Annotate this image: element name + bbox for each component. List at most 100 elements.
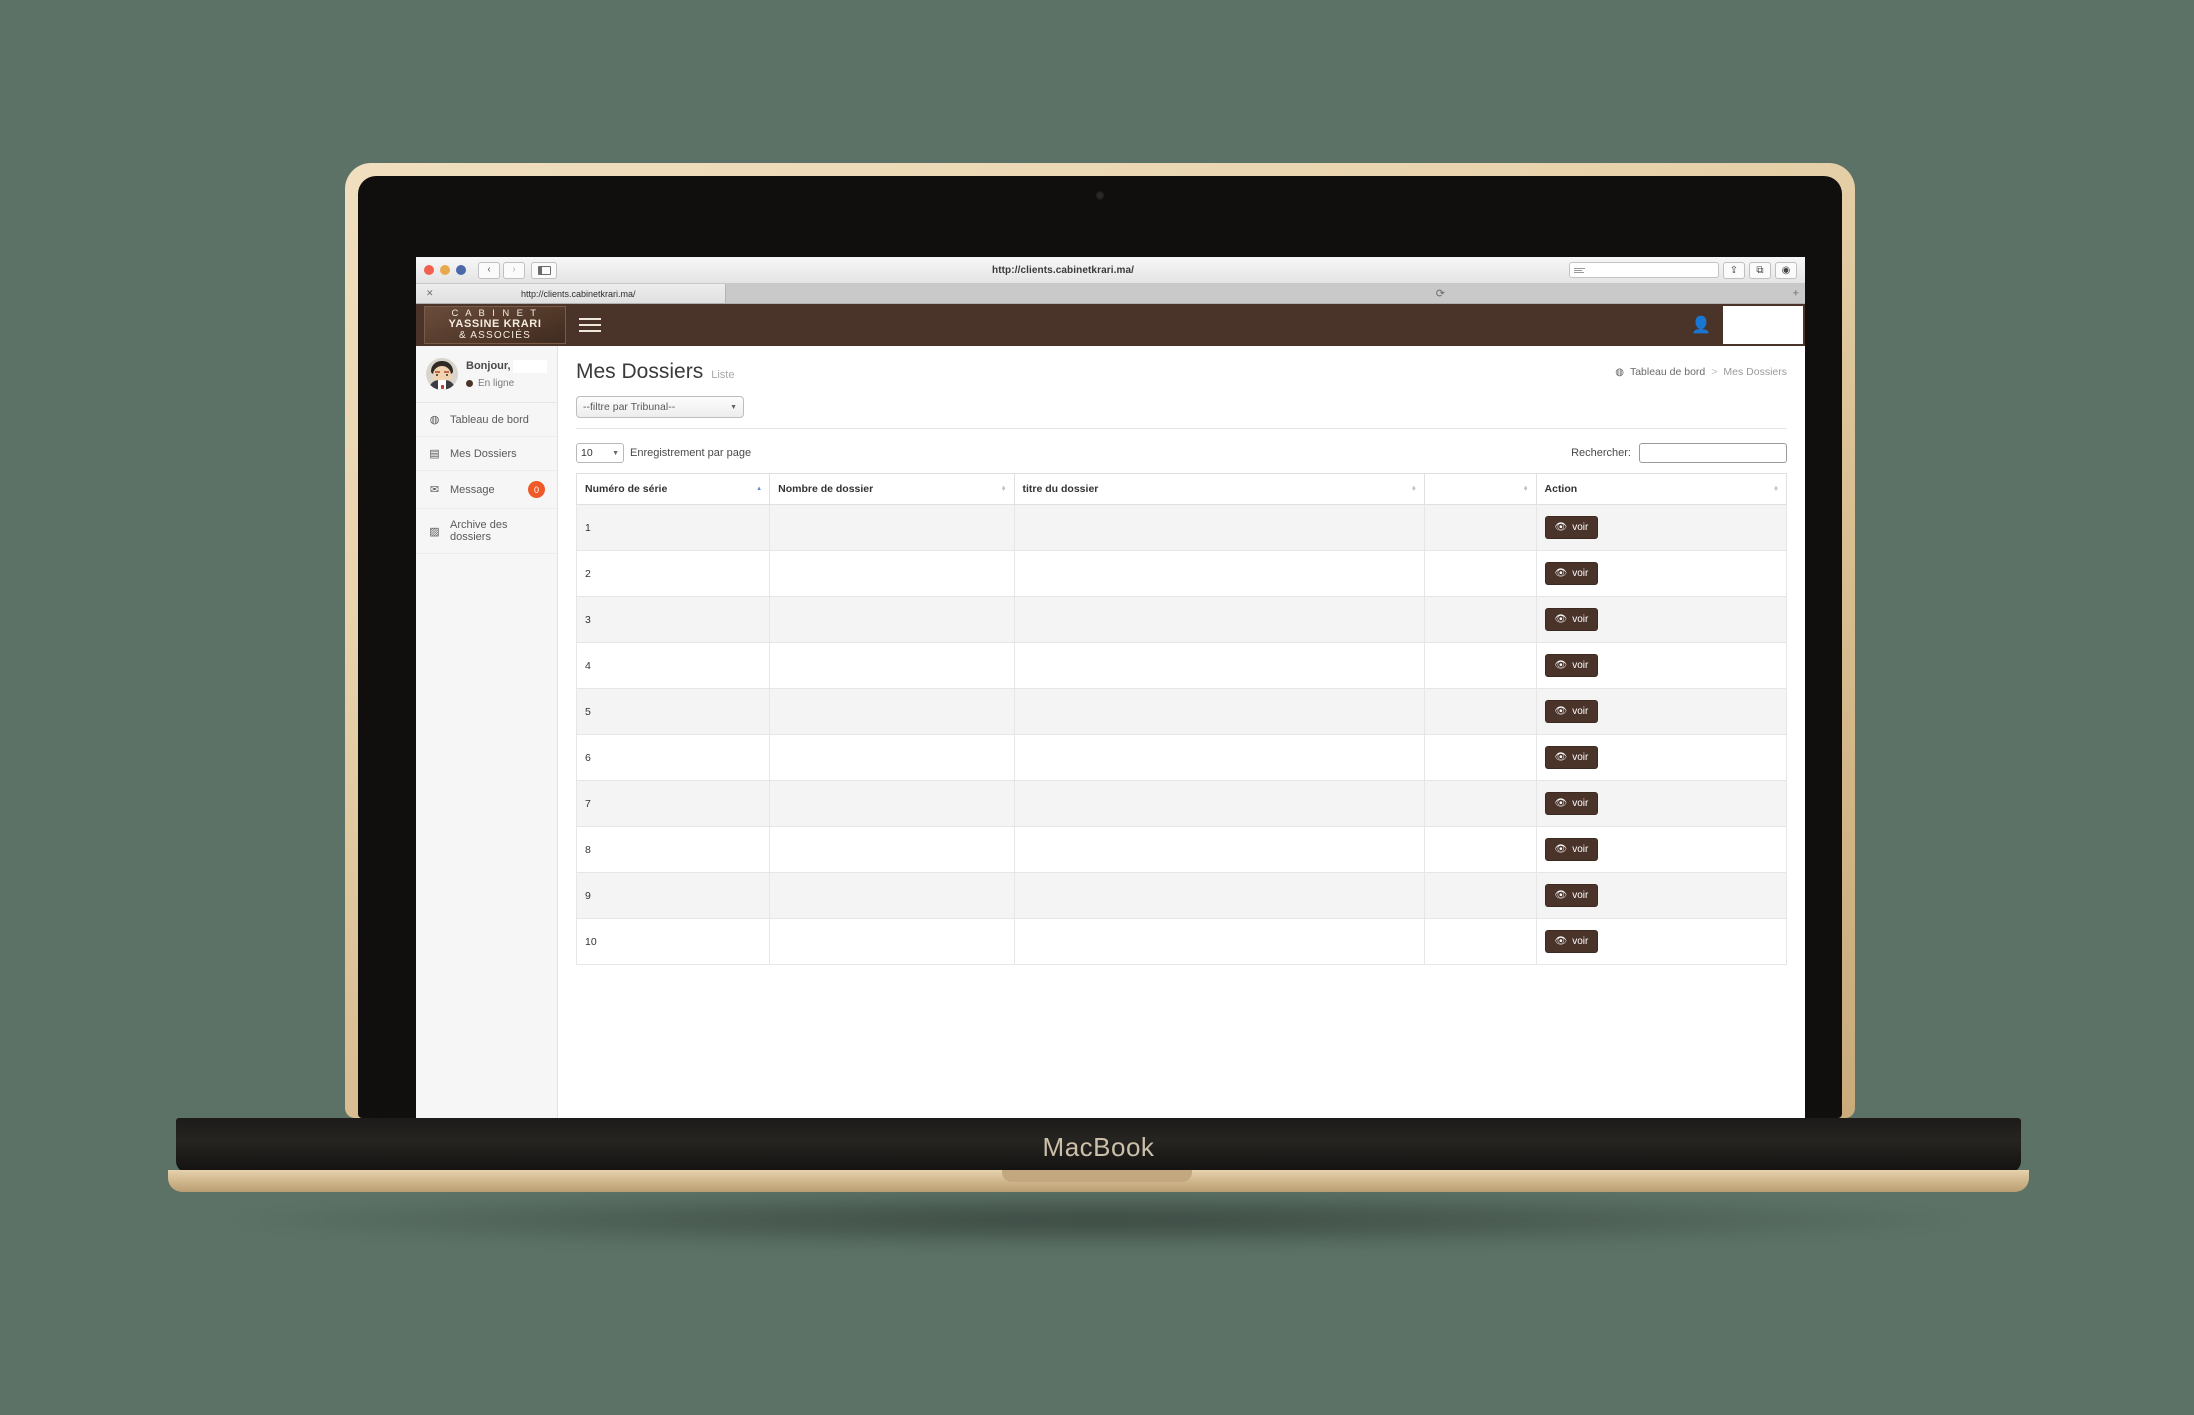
- sidebar-item-archive-des-dossiers[interactable]: ▨ Archive des dossiers: [416, 509, 557, 554]
- voir-button-label: voir: [1572, 890, 1589, 901]
- sidebar: Bonjour, En ligne ◍ Tableau de bord ▤ Me…: [416, 346, 558, 1118]
- column-label: Numéro de série: [585, 483, 668, 495]
- table-row[interactable]: 9 👁 voir: [575, 872, 1788, 919]
- tribunal-filter-select[interactable]: --filtre par Tribunal-- ▼: [576, 396, 744, 418]
- table-row[interactable]: 2 👁 voir: [575, 550, 1788, 597]
- table-row[interactable]: 1 👁 voir: [575, 504, 1788, 551]
- eye-icon: 👁: [1554, 890, 1568, 901]
- search-label: Rechercher:: [1571, 447, 1631, 459]
- voir-button[interactable]: 👁 voir: [1544, 838, 1599, 861]
- page-title: Mes Dossiers: [576, 360, 704, 383]
- table-controls: 10 ▼ Enregistrement par page Rechercher:: [576, 443, 1787, 463]
- user-menu-button[interactable]: 👤: [1679, 304, 1723, 346]
- new-tab-icon[interactable]: +: [1793, 288, 1799, 299]
- reload-icon[interactable]: ⟳: [1436, 287, 1445, 300]
- settings-icon[interactable]: ◉: [1775, 261, 1797, 279]
- device-brand-label: MacBook: [1042, 1132, 1155, 1162]
- voir-button[interactable]: 👁 voir: [1544, 516, 1599, 539]
- cell-extra: [1423, 596, 1537, 643]
- column-header-extra[interactable]: ▲ ▼: [1423, 473, 1537, 505]
- brand-logo[interactable]: C A B I N E T YASSINE KRARI & ASSOCIÉS: [424, 306, 566, 344]
- sort-indicator: ▲ ▼: [1773, 485, 1779, 493]
- sidebar-toggle-button[interactable]: [531, 261, 557, 279]
- cell-nombre-de-dossier: [769, 734, 1015, 781]
- avatar: [426, 358, 458, 390]
- cell-numero-de-serie: 4: [575, 642, 771, 689]
- sidebar-item-label: Message: [450, 483, 495, 496]
- voir-button[interactable]: 👁 voir: [1544, 884, 1599, 907]
- maximize-window-icon[interactable]: [456, 265, 466, 275]
- page-length-value: 10: [581, 447, 593, 459]
- window-controls[interactable]: [424, 265, 466, 275]
- nav-buttons[interactable]: ‹ ›: [478, 261, 525, 279]
- close-tab-icon[interactable]: ✕: [426, 288, 434, 299]
- table-body: 1 👁 voir 2 👁 voir 3 👁 voir 4 👁 voir 5 👁 …: [575, 504, 1788, 965]
- table-row[interactable]: 8 👁 voir: [575, 826, 1788, 873]
- file-icon: ▤: [429, 448, 440, 460]
- cell-titre-du-dossier: [1013, 780, 1425, 827]
- breadcrumb-root-link[interactable]: Tableau de bord: [1630, 366, 1705, 378]
- page-length-select[interactable]: 10 ▼: [576, 443, 624, 463]
- table-row[interactable]: 10 👁 voir: [575, 918, 1788, 965]
- voir-button[interactable]: 👁 voir: [1544, 562, 1599, 585]
- column-header-nombre-de-dossier[interactable]: Nombre de dossier ▲ ▼: [769, 473, 1015, 505]
- voir-button[interactable]: 👁 voir: [1544, 654, 1599, 677]
- webcam-icon: [1095, 191, 1105, 200]
- search-input[interactable]: [1639, 443, 1787, 463]
- browser-chrome: ‹ › http://clients.cabinetkrari.ma/ ⇪ ⧉ …: [416, 257, 1805, 304]
- cell-action: 👁 voir: [1535, 642, 1788, 689]
- cell-extra: [1423, 642, 1537, 689]
- sidebar-item-tableau-de-bord[interactable]: ◍ Tableau de bord: [416, 403, 557, 437]
- column-header-titre-du-dossier[interactable]: titre du dossier ▲ ▼: [1013, 473, 1425, 505]
- tabs-overview-icon[interactable]: ⧉: [1749, 261, 1771, 279]
- cell-extra: [1423, 688, 1537, 735]
- cell-nombre-de-dossier: [769, 550, 1015, 597]
- voir-button[interactable]: 👁 voir: [1544, 792, 1599, 815]
- table-row[interactable]: 6 👁 voir: [575, 734, 1788, 781]
- voir-button[interactable]: 👁 voir: [1544, 608, 1599, 631]
- browser-window: ‹ › http://clients.cabinetkrari.ma/ ⇪ ⧉ …: [416, 257, 1805, 1118]
- laptop-shadow: [210, 1190, 1990, 1250]
- minimize-window-icon[interactable]: [440, 265, 450, 275]
- hamburger-icon[interactable]: [566, 304, 614, 346]
- smart-search-field[interactable]: [1569, 262, 1719, 278]
- column-header-action[interactable]: Action ▲ ▼: [1535, 473, 1788, 505]
- cell-nombre-de-dossier: [769, 780, 1015, 827]
- cell-action: 👁 voir: [1535, 504, 1788, 551]
- cell-nombre-de-dossier: [769, 642, 1015, 689]
- column-label: titre du dossier: [1022, 483, 1099, 495]
- table-row[interactable]: 7 👁 voir: [575, 780, 1788, 827]
- browser-tab[interactable]: ✕ http://clients.cabinetkrari.ma/: [416, 284, 726, 303]
- laptop-scene: ‹ › http://clients.cabinetkrari.ma/ ⇪ ⧉ …: [0, 0, 2194, 1415]
- sidebar-item-label: Tableau de bord: [450, 413, 529, 426]
- sidebar-item-mes-dossiers[interactable]: ▤ Mes Dossiers: [416, 437, 557, 471]
- table-row[interactable]: 5 👁 voir: [575, 688, 1788, 735]
- voir-button[interactable]: 👁 voir: [1544, 930, 1599, 953]
- sidebar-icon: [537, 265, 551, 275]
- cell-action: 👁 voir: [1535, 596, 1788, 643]
- table-row[interactable]: 4 👁 voir: [575, 642, 1788, 689]
- cell-nombre-de-dossier: [769, 504, 1015, 551]
- laptop-base: MacBook: [176, 1118, 2021, 1173]
- voir-button-label: voir: [1572, 798, 1589, 809]
- sidebar-item-message[interactable]: ✉ Message 0: [416, 471, 557, 509]
- eye-icon: 👁: [1554, 522, 1568, 533]
- share-icon[interactable]: ⇪: [1723, 261, 1745, 279]
- voir-button[interactable]: 👁 voir: [1544, 746, 1599, 769]
- close-window-icon[interactable]: [424, 265, 434, 275]
- forward-button[interactable]: ›: [503, 261, 525, 279]
- breadcrumb-separator: >: [1711, 366, 1718, 378]
- online-status-label: En ligne: [478, 377, 515, 389]
- cell-numero-de-serie: 8: [575, 826, 771, 873]
- list-icon: [1574, 267, 1585, 273]
- laptop-base-notch: [1002, 1170, 1192, 1182]
- cell-numero-de-serie: 6: [575, 734, 771, 781]
- column-header-numero-de-serie[interactable]: Numéro de série ▲: [575, 473, 771, 505]
- back-button[interactable]: ‹: [478, 261, 500, 279]
- content-header: Mes Dossiers Liste ◍ Tableau de bord > M…: [558, 346, 1805, 396]
- cell-action: 👁 voir: [1535, 780, 1788, 827]
- table-head: Numéro de série ▲ Nombre de dossier ▲▼: [575, 473, 1788, 505]
- voir-button[interactable]: 👁 voir: [1544, 700, 1599, 723]
- table-row[interactable]: 3 👁 voir: [575, 596, 1788, 643]
- voir-button-label: voir: [1572, 660, 1589, 671]
